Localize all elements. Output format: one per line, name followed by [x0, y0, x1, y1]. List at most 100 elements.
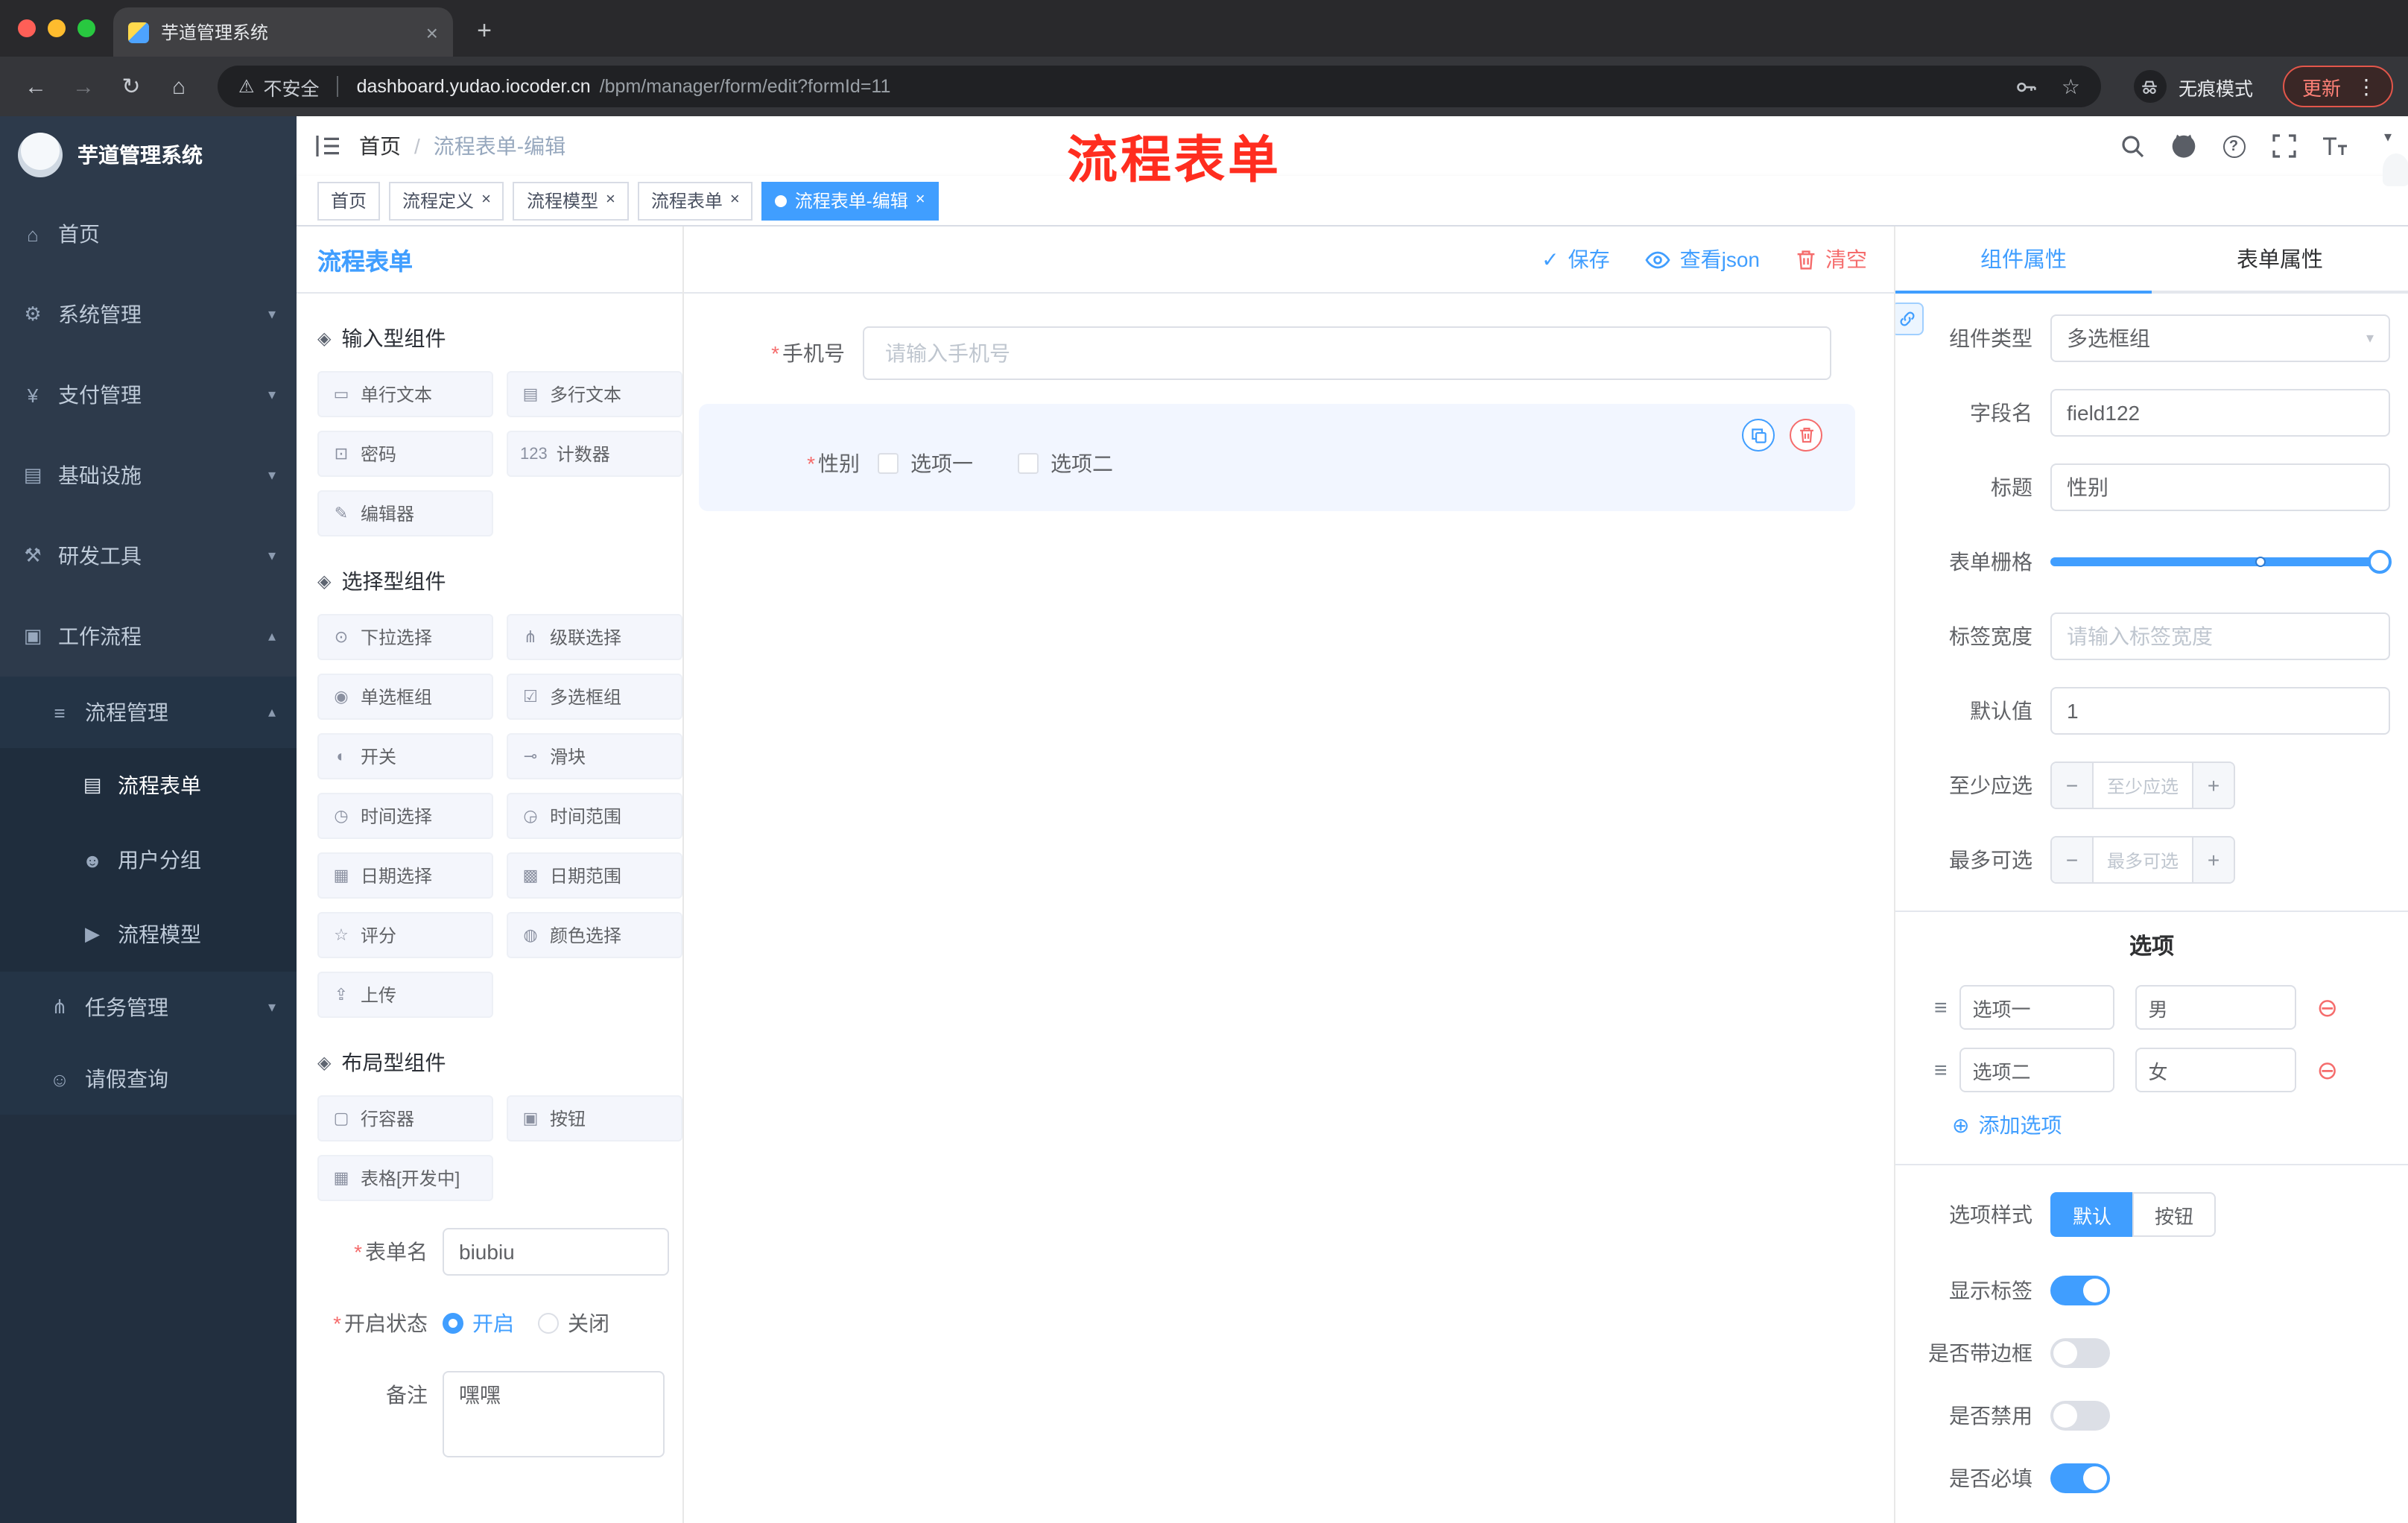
component-color-picker[interactable]: ◍ 颜色选择 — [507, 912, 682, 958]
max-select-value[interactable]: 最多可选 — [2094, 838, 2192, 882]
drag-handle-icon[interactable]: ≡ — [1934, 1057, 1948, 1083]
mac-zoom-button[interactable] — [77, 19, 95, 37]
back-button[interactable]: ← — [15, 66, 57, 107]
disabled-toggle[interactable] — [2050, 1401, 2110, 1431]
clear-button[interactable]: 清空 — [1796, 244, 1867, 274]
tag-close-icon[interactable]: × — [916, 191, 925, 209]
copy-field-button[interactable] — [1742, 419, 1775, 452]
tab-close-icon[interactable]: × — [426, 22, 438, 42]
border-toggle[interactable] — [2050, 1338, 2110, 1368]
new-tab-button[interactable]: + — [465, 12, 504, 51]
component-slider[interactable]: ⊸ 滑块 — [507, 733, 682, 779]
grid-slider[interactable] — [2050, 538, 2392, 586]
component-date-picker[interactable]: ▦ 日期选择 — [317, 852, 493, 899]
style-default-button[interactable]: 默认 — [2050, 1192, 2133, 1237]
sidebar-item-leave-query[interactable]: ☺ 请假查询 — [0, 1043, 297, 1115]
tag-close-icon[interactable]: × — [730, 191, 740, 209]
save-button[interactable]: ✓ 保存 — [1542, 244, 1609, 274]
sidebar-item-process-mgmt[interactable]: ≡ 流程管理 ▴ — [0, 677, 297, 748]
component-type-select[interactable]: 多选框组 ▾ — [2050, 314, 2390, 362]
github-icon[interactable] — [2158, 116, 2208, 176]
search-icon[interactable] — [2107, 116, 2158, 176]
address-bar[interactable]: ⚠ 不安全 dashboard.yudao.iocoder.cn/bpm/man… — [218, 66, 2101, 107]
add-option-button[interactable]: ⊕ 添加选项 — [1952, 1110, 2390, 1140]
browser-menu-icon[interactable]: ⋮ — [2356, 74, 2377, 99]
increase-button[interactable]: + — [2192, 763, 2234, 808]
component-single-line-text[interactable]: ▭ 单行文本 — [317, 371, 493, 417]
component-table[interactable]: ▦ 表格[开发中] — [317, 1155, 493, 1201]
field-gender-selected[interactable]: * 性别 选项一 选项二 — [699, 404, 1855, 511]
sidebar-item-home[interactable]: ⌂ 首页 — [0, 194, 297, 274]
remove-option-icon[interactable]: ⊖ — [2317, 1057, 2339, 1083]
tag-process-form[interactable]: 流程表单 × — [637, 181, 753, 220]
status-on-radio[interactable]: 开启 — [443, 1299, 514, 1347]
tag-process-form-edit[interactable]: 流程表单-编辑 × — [761, 181, 939, 220]
tab-component-props[interactable]: 组件属性 — [1895, 227, 2152, 294]
component-radio-group[interactable]: ◉ 单选框组 — [317, 674, 493, 720]
sidebar-item-infra[interactable]: ▤ 基础设施 ▾ — [0, 435, 297, 516]
reload-button[interactable]: ↻ — [110, 66, 152, 107]
tag-process-definition[interactable]: 流程定义 × — [389, 181, 504, 220]
phone-input[interactable] — [863, 326, 1831, 380]
sidebar-item-system[interactable]: ⚙ 系统管理 ▾ — [0, 274, 297, 355]
sidebar-fold-icon[interactable] — [297, 116, 359, 176]
gender-option-2-checkbox[interactable]: 选项二 — [1018, 449, 1113, 478]
mac-minimize-button[interactable] — [48, 19, 66, 37]
sidebar-item-process-model[interactable]: ▶ 流程模型 — [0, 897, 297, 972]
password-key-icon[interactable] — [2015, 75, 2038, 98]
increase-button[interactable]: + — [2192, 838, 2234, 882]
breadcrumb-home[interactable]: 首页 — [359, 131, 401, 161]
sidebar-item-task-mgmt[interactable]: ⋔ 任务管理 ▾ — [0, 972, 297, 1043]
slider-handle[interactable] — [2368, 550, 2392, 574]
component-counter[interactable]: 123 计数器 — [507, 431, 682, 477]
component-upload[interactable]: ⇪ 上传 — [317, 972, 493, 1018]
label-width-input[interactable] — [2050, 612, 2390, 660]
help-icon[interactable]: ? — [2208, 116, 2259, 176]
tag-close-icon[interactable]: × — [606, 191, 615, 209]
component-select[interactable]: ⊙ 下拉选择 — [317, 614, 493, 660]
min-select-value[interactable]: 至少应选 — [2094, 763, 2192, 808]
form-remark-textarea[interactable]: 嘿嘿 — [443, 1371, 665, 1457]
default-value-input[interactable] — [2050, 687, 2390, 735]
show-label-toggle[interactable] — [2050, 1276, 2110, 1305]
remove-option-icon[interactable]: ⊖ — [2317, 995, 2339, 1020]
component-time-range[interactable]: ◶ 时间范围 — [507, 793, 682, 839]
component-password[interactable]: ⊡ 密码 — [317, 431, 493, 477]
view-json-button[interactable]: 查看json — [1646, 244, 1760, 274]
component-checkbox-group[interactable]: ☑ 多选框组 — [507, 674, 682, 720]
tag-home[interactable]: 首页 — [317, 181, 381, 220]
browser-update-button[interactable]: 更新 ⋮ — [2282, 66, 2393, 107]
decrease-button[interactable]: − — [2052, 763, 2094, 808]
sidebar-item-user-group[interactable]: ☻ 用户分组 — [0, 823, 297, 897]
home-button[interactable]: ⌂ — [158, 66, 200, 107]
title-input[interactable] — [2050, 463, 2390, 511]
font-size-icon[interactable] — [2310, 116, 2360, 176]
sidebar-item-devtools[interactable]: ⚒ 研发工具 ▾ — [0, 516, 297, 596]
field-name-input[interactable] — [2050, 389, 2390, 437]
required-toggle[interactable] — [2050, 1463, 2110, 1493]
component-date-range[interactable]: ▩ 日期范围 — [507, 852, 682, 899]
sidebar-item-process-form[interactable]: ▤ 流程表单 — [0, 748, 297, 823]
delete-field-button[interactable] — [1790, 419, 1822, 452]
component-editor[interactable]: ✎ 编辑器 — [317, 490, 493, 536]
mac-close-button[interactable] — [18, 19, 36, 37]
tag-close-icon[interactable]: × — [481, 191, 491, 209]
option-label-input[interactable] — [1959, 1048, 2114, 1092]
status-off-radio[interactable]: 关闭 — [538, 1299, 609, 1347]
fullscreen-icon[interactable] — [2259, 116, 2310, 176]
component-rate[interactable]: ☆ 评分 — [317, 912, 493, 958]
component-cascader[interactable]: ⋔ 级联选择 — [507, 614, 682, 660]
decrease-button[interactable]: − — [2052, 838, 2094, 882]
style-button-button[interactable]: 按钮 — [2132, 1192, 2217, 1237]
security-label[interactable]: 不安全 — [264, 72, 320, 101]
gender-option-1-checkbox[interactable]: 选项一 — [878, 449, 973, 478]
bookmark-star-icon[interactable]: ☆ — [2062, 74, 2080, 99]
component-multi-line-text[interactable]: ▤ 多行文本 — [507, 371, 682, 417]
option-value-input[interactable] — [2135, 985, 2296, 1030]
field-bind-link-button[interactable] — [1895, 303, 1924, 335]
tag-process-model[interactable]: 流程模型 × — [513, 181, 629, 220]
field-phone[interactable]: * 手机号 — [699, 326, 1873, 380]
component-button[interactable]: ▣ 按钮 — [507, 1095, 682, 1142]
option-value-input[interactable] — [2135, 1048, 2296, 1092]
option-label-input[interactable] — [1959, 985, 2114, 1030]
